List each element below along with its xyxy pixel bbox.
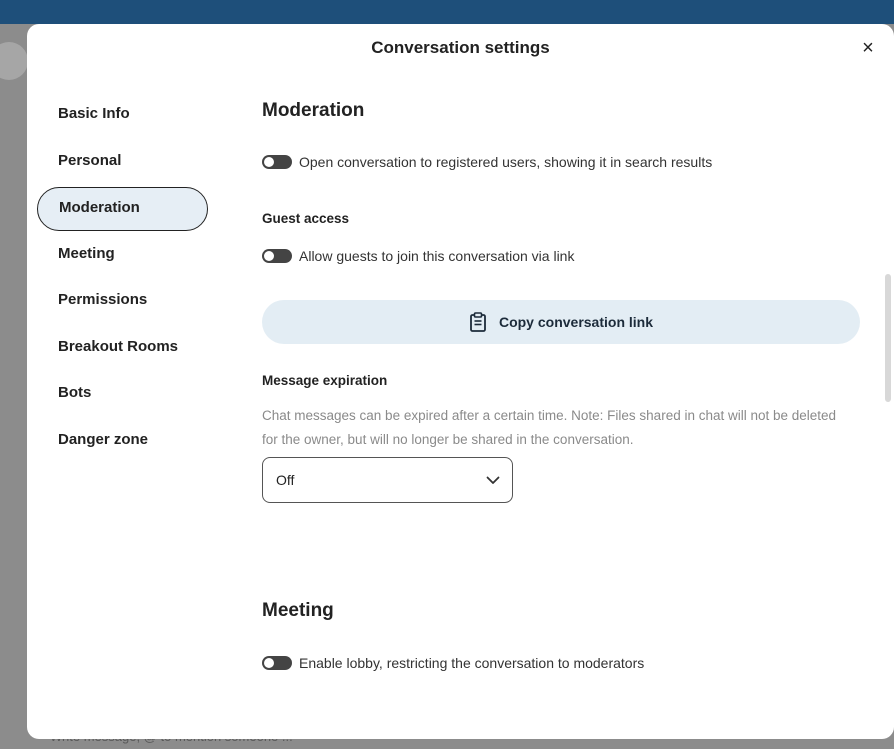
nav-item-moderation[interactable]: Moderation [37,187,208,231]
settings-navigation: Basic Info Personal Moderation Meeting P… [37,94,217,466]
meeting-heading: Meeting [262,600,334,621]
conversation-settings-dialog: Conversation settings × Basic Info Perso… [27,24,894,739]
chevron-down-icon [486,476,500,484]
nav-item-personal[interactable]: Personal [37,141,217,185]
allow-guests-row: Allow guests to join this conversation v… [262,248,574,264]
nav-item-basic-info[interactable]: Basic Info [37,94,217,138]
nav-item-permissions[interactable]: Permissions [37,280,217,324]
open-conversation-label: Open conversation to registered users, s… [299,154,713,170]
message-expiration-select[interactable]: Off [262,457,513,503]
moderation-heading: Moderation [262,100,365,121]
nav-item-bots[interactable]: Bots [37,373,217,417]
lobby-toggle[interactable] [262,656,292,670]
app-header-bar [0,0,894,24]
copy-conversation-link-button[interactable]: Copy conversation link [262,300,860,344]
content-scrollbar[interactable] [885,274,891,402]
allow-guests-toggle[interactable] [262,249,292,263]
copy-conversation-link-label: Copy conversation link [498,314,654,330]
message-expiration-selected-value: Off [276,472,295,488]
open-conversation-row: Open conversation to registered users, s… [262,154,712,170]
nav-item-danger-zone[interactable]: Danger zone [37,420,217,464]
lobby-label: Enable lobby, restricting the conversati… [299,655,645,671]
message-expiration-heading: Message expiration [262,373,388,388]
guest-access-heading: Guest access [262,211,350,226]
allow-guests-label: Allow guests to join this conversation v… [299,248,575,264]
nav-item-meeting[interactable]: Meeting [37,234,217,278]
settings-content: Moderation Open conversation to register… [262,24,862,739]
lobby-row: Enable lobby, restricting the conversati… [262,655,644,671]
clipboard-icon [470,312,486,332]
open-conversation-toggle[interactable] [262,155,292,169]
nav-item-breakout-rooms[interactable]: Breakout Rooms [37,327,217,371]
message-expiration-description: Chat messages can be expired after a cer… [262,408,837,447]
